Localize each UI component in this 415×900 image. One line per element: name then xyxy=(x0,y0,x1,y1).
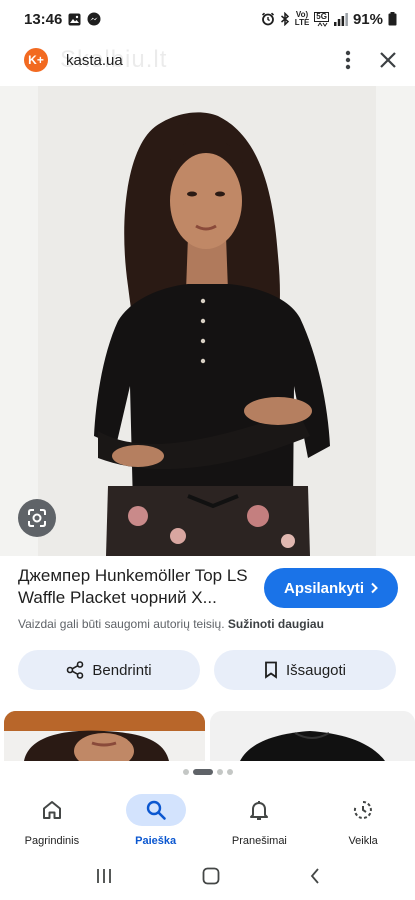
alarm-icon xyxy=(261,12,275,26)
page-dot xyxy=(226,769,233,775)
volte-icon: Vo) LTE xyxy=(295,11,310,27)
learn-more-link[interactable]: Sužinoti daugiau xyxy=(228,617,324,631)
back-icon[interactable] xyxy=(309,867,321,885)
gallery-icon xyxy=(68,13,81,26)
product-photo[interactable] xyxy=(38,86,376,556)
home-icon xyxy=(41,799,63,821)
site-header: K+ Skelbiu.lt kasta.ua xyxy=(0,38,415,82)
page-dot xyxy=(216,769,223,775)
more-options-icon[interactable] xyxy=(345,50,351,70)
bookmark-icon xyxy=(264,661,278,679)
copyright-notice: Vaizdai gali būti saugomi autorių teisių… xyxy=(18,617,324,631)
page-dot-active xyxy=(192,769,213,775)
network-5g-icon: 5G xyxy=(314,11,329,27)
related-image-2[interactable] xyxy=(210,711,415,761)
result-title-row: Джемпер Hunkemöller Top LS Waffle Placke… xyxy=(18,565,398,609)
bell-icon xyxy=(249,799,269,821)
nav-item-activity[interactable]: Veikla xyxy=(311,786,415,852)
chevron-right-icon xyxy=(370,582,378,594)
nav-label-search: Paieška xyxy=(135,835,177,847)
volte-label-bottom: LTE xyxy=(294,18,310,27)
search-icon xyxy=(145,799,167,821)
save-label: Išsaugoti xyxy=(285,661,347,679)
nav-label-home: Pagrindinis xyxy=(24,835,80,847)
share-label: Bendrinti xyxy=(92,661,152,679)
network-gen-label: 5G xyxy=(314,11,329,22)
messenger-icon xyxy=(87,12,101,26)
bottom-navigation: Pagrindinis Paieška Pranešimai Veikla xyxy=(0,786,415,852)
status-time: 13:46 xyxy=(24,10,63,28)
image-preview-area[interactable] xyxy=(0,86,415,556)
google-lens-button[interactable] xyxy=(18,499,56,537)
nav-item-home[interactable]: Pagrindinis xyxy=(0,786,104,852)
copyright-text: Vaizdai gali būti saugomi autorių teisių… xyxy=(18,617,225,631)
home-button-icon[interactable] xyxy=(202,867,220,885)
battery-icon xyxy=(388,12,397,26)
status-bar: 13:46 Vo) LTE 5G 91% xyxy=(0,0,415,38)
page-dot xyxy=(182,769,189,775)
site-logo[interactable]: K+ xyxy=(24,48,48,72)
visit-button[interactable]: Apsilankyti xyxy=(264,568,398,608)
related-images xyxy=(4,711,415,761)
visit-button-label: Apsilankyti xyxy=(283,579,365,597)
bluetooth-icon xyxy=(280,12,290,26)
nav-label-notifications: Pranešimai xyxy=(231,835,287,847)
product-title[interactable]: Джемпер Hunkemöller Top LS Waffle Placke… xyxy=(18,565,258,609)
related-image-1[interactable] xyxy=(4,711,205,761)
battery-percent: 91% xyxy=(352,10,383,28)
nav-item-search[interactable]: Paieška xyxy=(104,786,208,852)
recent-apps-icon[interactable] xyxy=(95,867,113,885)
watermark-text: Skelbiu.lt xyxy=(60,46,168,73)
save-button[interactable]: Išsaugoti xyxy=(214,650,396,690)
page-indicator xyxy=(0,769,415,775)
share-icon xyxy=(66,661,84,679)
action-buttons: Bendrinti Išsaugoti xyxy=(18,650,396,690)
nav-label-activity: Veikla xyxy=(348,835,378,847)
lens-icon xyxy=(27,508,47,528)
signal-icon xyxy=(333,12,348,26)
share-button[interactable]: Bendrinti xyxy=(18,650,200,690)
close-icon[interactable] xyxy=(379,51,397,69)
activity-icon xyxy=(352,799,374,821)
nav-item-notifications[interactable]: Pranešimai xyxy=(208,786,312,852)
system-navigation xyxy=(0,852,415,900)
